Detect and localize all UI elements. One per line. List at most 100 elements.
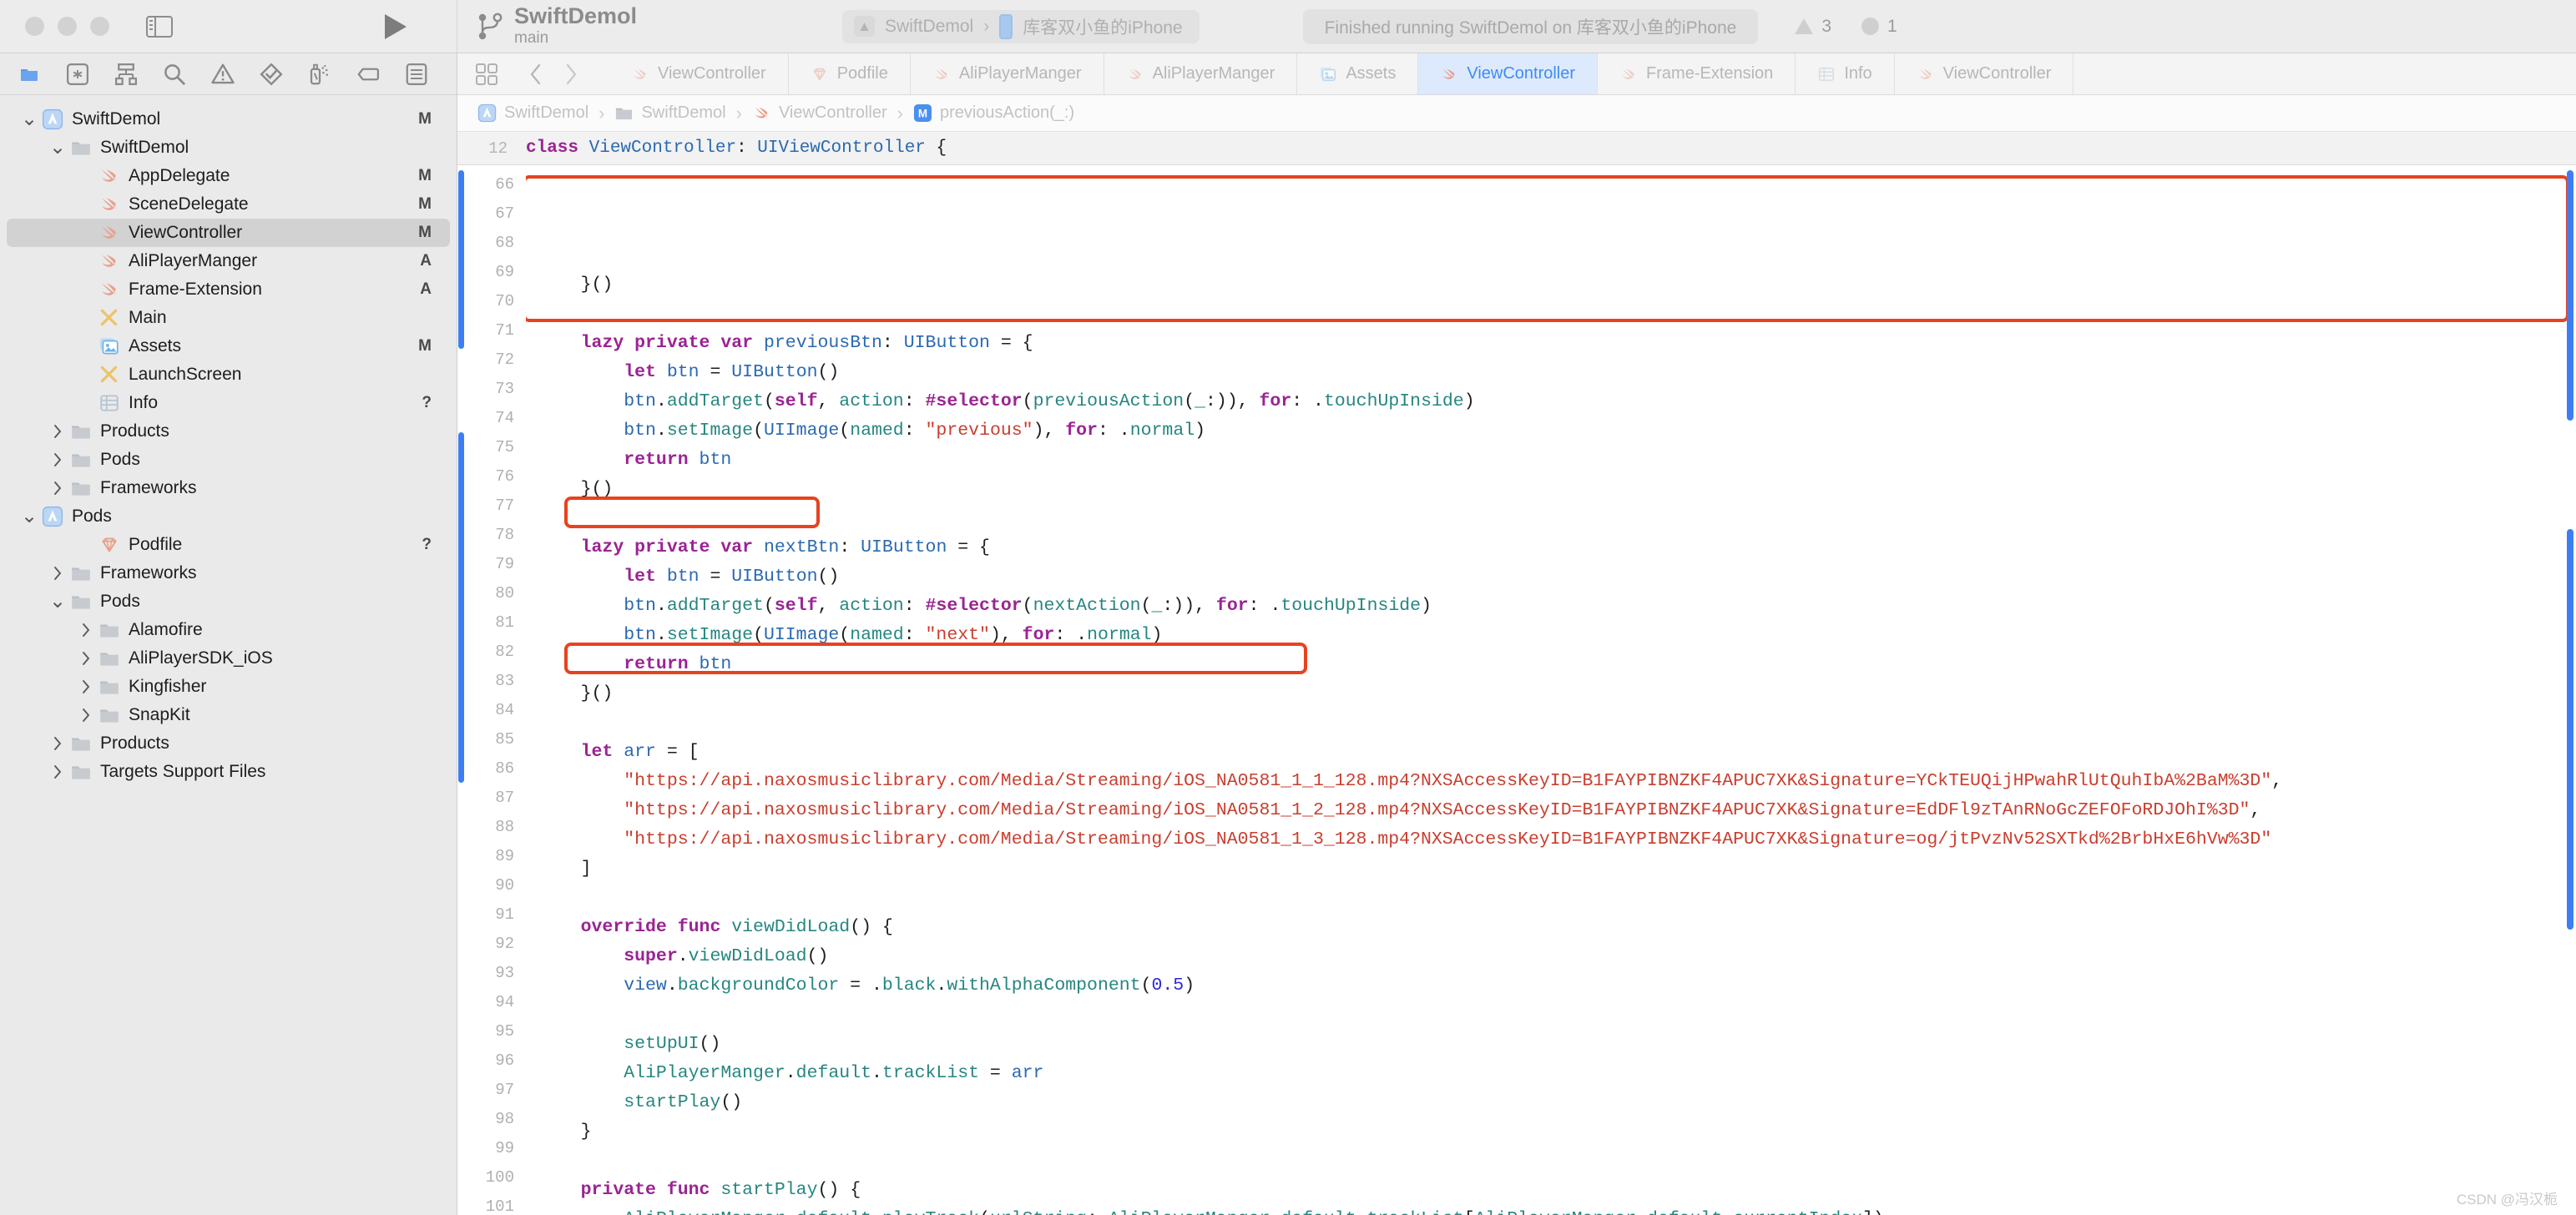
tab-frame-extension[interactable]: Frame-Extension: [1598, 53, 1796, 94]
code-line[interactable]: [538, 1147, 2576, 1176]
chevron-right-icon[interactable]: [75, 623, 97, 638]
sidebar-item-products[interactable]: Products: [7, 417, 450, 446]
code-line[interactable]: }(): [538, 475, 2576, 504]
code-line[interactable]: btn.addTarget(self, action: #selector(pr…: [538, 387, 2576, 416]
tab-assets[interactable]: Assets: [1297, 53, 1419, 94]
code-line[interactable]: btn.setImage(UIImage(named: "previous"),…: [538, 416, 2576, 446]
search-icon[interactable]: [150, 56, 199, 93]
sidebar-item-aliplayersdk-ios[interactable]: AliPlayerSDK_iOS: [7, 644, 450, 673]
sidebar-item-viewcontroller[interactable]: ViewController M: [7, 219, 450, 247]
sidebar-item-frame-extension[interactable]: Frame-Extension A: [7, 275, 450, 304]
code-line[interactable]: "https://api.naxosmusiclibrary.com/Media…: [538, 825, 2576, 855]
destination-device-name[interactable]: 库客双小鱼的iPhone: [1023, 14, 1182, 39]
code-line[interactable]: override func viewDidLoad() {: [538, 913, 2576, 942]
sidebar-item-swiftdemol[interactable]: ⌄ SwiftDemol M: [7, 105, 450, 134]
code-line[interactable]: super.viewDidLoad(): [538, 942, 2576, 971]
tab-podfile[interactable]: Podfile: [789, 53, 911, 94]
sidebar-item-appdelegate[interactable]: AppDelegate M: [7, 162, 450, 190]
code-line[interactable]: [538, 300, 2576, 329]
sidebar-item-frameworks[interactable]: Frameworks: [7, 474, 450, 502]
folder-icon[interactable]: [5, 56, 53, 93]
sidebar-item-snapkit[interactable]: SnapKit: [7, 701, 450, 729]
sidebar-item-main[interactable]: Main: [7, 304, 450, 332]
tab-aliplayermanger[interactable]: AliPlayerManger: [911, 53, 1104, 94]
minimize-window-button[interactable]: [58, 17, 77, 36]
chevron-right-icon[interactable]: [47, 481, 68, 496]
code-line[interactable]: ]: [538, 855, 2576, 884]
code-line[interactable]: lazy private var nextBtn: UIButton = {: [538, 533, 2576, 562]
chevron-right-icon[interactable]: [47, 452, 68, 467]
scheme-name[interactable]: SwiftDemol: [885, 17, 973, 37]
chevron-right-icon[interactable]: [75, 708, 97, 723]
code-line[interactable]: btn.setImage(UIImage(named: "next"), for…: [538, 621, 2576, 650]
breadcrumb[interactable]: SwiftDemol › SwiftDemol › ViewController › Mpr…: [457, 95, 2576, 132]
code-line[interactable]: view.backgroundColor = .black.withAlphaC…: [538, 971, 2576, 1001]
issue-counters[interactable]: 3 1: [1795, 17, 1897, 37]
debug-spray-icon[interactable]: [295, 56, 344, 93]
chevron-right-icon[interactable]: [47, 566, 68, 581]
tab-aliplayermanger[interactable]: AliPlayerManger: [1104, 53, 1298, 94]
code-line[interactable]: private func startPlay() {: [538, 1176, 2576, 1205]
editor-vertical-scrollbar[interactable]: [2567, 170, 2573, 1210]
sidebar-item-launchscreen[interactable]: LaunchScreen: [7, 360, 450, 389]
sidebar-item-scenedelegate[interactable]: SceneDelegate M: [7, 190, 450, 219]
chevron-down-icon[interactable]: ⌄: [47, 592, 68, 612]
scheme-and-destination-selector[interactable]: ▲ SwiftDemol › 库客双小鱼的iPhone: [842, 9, 1200, 43]
zoom-window-button[interactable]: [90, 17, 109, 36]
sidebar-item-kingfisher[interactable]: Kingfisher: [7, 673, 450, 701]
breadcrumb-item-viewcontroller[interactable]: ViewController: [752, 103, 887, 123]
sidebar-item-info[interactable]: Info?: [7, 389, 450, 417]
source-control-icon[interactable]: [53, 56, 102, 93]
breadcrumb-item-swiftdemol[interactable]: SwiftDemol: [614, 103, 726, 123]
run-play-icon[interactable]: [385, 13, 407, 39]
test-diamond-icon[interactable]: [247, 56, 295, 93]
breadcrumb-item-swiftdemol[interactable]: SwiftDemol: [477, 103, 588, 123]
chevron-right-icon[interactable]: [47, 424, 68, 439]
code-line[interactable]: [538, 884, 2576, 913]
chevron-right-icon[interactable]: [555, 59, 587, 89]
source-code-area[interactable]: 66 67 68 69 70 71 72 73 74 75 76 77 78 79 80 81 82 83 84 85…: [457, 165, 2576, 1215]
code-text[interactable]: }() lazy private var previousBtn: UIButt…: [526, 165, 2576, 1215]
breadcrumb-item-previousaction-[interactable]: MpreviousAction(_:): [913, 103, 1074, 123]
tab-info[interactable]: Info: [1796, 53, 1895, 94]
code-line[interactable]: AliPlayerManger.default.trackList = arr: [538, 1059, 2576, 1088]
close-window-button[interactable]: [25, 17, 44, 36]
chevron-left-icon[interactable]: [520, 59, 552, 89]
tab-viewcontroller[interactable]: ViewController: [609, 53, 789, 94]
breakpoint-tag-icon[interactable]: [344, 56, 392, 93]
code-line[interactable]: setUpUI(): [538, 1030, 2576, 1059]
sidebar-item-pods[interactable]: ⌄ Pods: [7, 587, 450, 616]
editor-tab-bar[interactable]: ViewController Podfile AliPlayerManger AliP…: [457, 53, 2576, 95]
chevron-down-icon[interactable]: ⌄: [18, 109, 40, 129]
editor-layout-icon[interactable]: [471, 59, 503, 89]
code-line[interactable]: AliPlayerManger.default.playTrack(urlStr…: [538, 1205, 2576, 1215]
sidebar-item-pods[interactable]: Pods: [7, 446, 450, 474]
report-list-icon[interactable]: [392, 56, 441, 93]
code-line[interactable]: startPlay(): [538, 1088, 2576, 1117]
code-line[interactable]: }: [538, 1117, 2576, 1147]
sidebar-item-pods[interactable]: ⌄ Pods: [7, 502, 450, 531]
chevron-right-icon[interactable]: [75, 679, 97, 694]
code-line[interactable]: let arr = [: [538, 738, 2576, 767]
tab-viewcontroller[interactable]: ViewController: [1418, 53, 1599, 94]
code-line[interactable]: lazy private var previousBtn: UIButton =…: [538, 329, 2576, 358]
code-line[interactable]: return btn: [538, 650, 2576, 679]
code-line[interactable]: "https://api.naxosmusiclibrary.com/Media…: [538, 796, 2576, 825]
chevron-right-icon[interactable]: [75, 651, 97, 666]
code-line[interactable]: }(): [538, 270, 2576, 300]
sidebar-item-products[interactable]: Products: [7, 729, 450, 758]
tab-viewcontroller[interactable]: ViewController: [1895, 53, 2074, 94]
sidebar-item-swiftdemol[interactable]: ⌄ SwiftDemol: [7, 134, 450, 162]
sidebar-item-aliplayermanger[interactable]: AliPlayerManger A: [7, 247, 450, 275]
chevron-right-icon[interactable]: [47, 736, 68, 751]
sidebar-item-assets[interactable]: Assets M: [7, 332, 450, 360]
project-file-tree[interactable]: ⌄ SwiftDemol M ⌄ SwiftDemol AppDelegate M Scene…: [0, 95, 457, 1215]
code-line[interactable]: return btn: [538, 446, 2576, 475]
sidebar-item-podfile[interactable]: Podfile?: [7, 531, 450, 559]
code-line[interactable]: let btn = UIButton(): [538, 358, 2576, 387]
code-line[interactable]: btn.addTarget(self, action: #selector(ne…: [538, 592, 2576, 621]
sidebar-toggle-icon[interactable]: [146, 15, 173, 38]
code-line[interactable]: }(): [538, 679, 2576, 708]
activity-status-bar[interactable]: Finished running SwiftDemol on 库客双小鱼的iPh…: [1302, 8, 1759, 44]
symbol-hierarchy-icon[interactable]: [102, 56, 150, 93]
